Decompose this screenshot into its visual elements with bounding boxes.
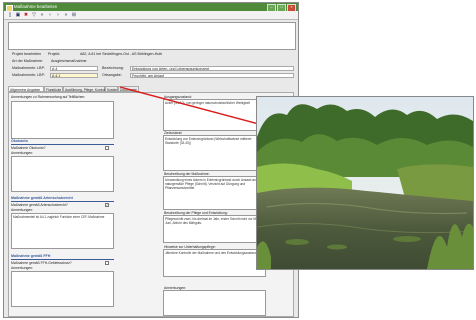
pond-photo [256,96,474,270]
pond-landscape-image [257,97,473,269]
